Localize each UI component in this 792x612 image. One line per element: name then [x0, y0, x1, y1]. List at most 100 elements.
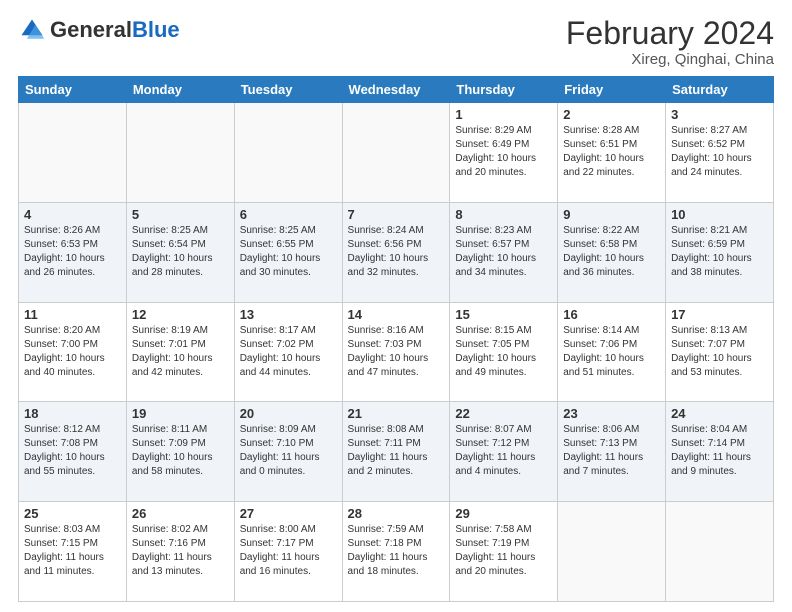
day-number: 1 [455, 107, 552, 122]
col-wednesday: Wednesday [342, 77, 450, 103]
table-row: 15 Sunrise: 8:15 AM Sunset: 7:05 PM Dayli… [450, 302, 558, 402]
day-number: 21 [348, 406, 445, 421]
table-row: 14 Sunrise: 8:16 AM Sunset: 7:03 PM Dayli… [342, 302, 450, 402]
day-info: Sunrise: 8:20 AM Sunset: 7:00 PM Dayligh… [24, 324, 121, 380]
table-row: 18 Sunrise: 8:12 AM Sunset: 7:08 PM Dayli… [19, 402, 127, 502]
col-saturday: Saturday [666, 77, 774, 103]
calendar-header-row: Sunday Monday Tuesday Wednesday Thursday… [19, 77, 774, 103]
day-number: 17 [671, 307, 768, 322]
table-row: 9Sunrise: 8:22 AM Sunset: 6:58 PM Daylig… [558, 202, 666, 302]
table-row [558, 502, 666, 602]
table-row [234, 103, 342, 203]
day-number: 13 [240, 307, 337, 322]
day-info: Sunrise: 8:26 AM Sunset: 6:53 PM Dayligh… [24, 224, 121, 280]
day-number: 24 [671, 406, 768, 421]
day-number: 19 [132, 406, 229, 421]
day-info: Sunrise: 8:24 AM Sunset: 6:56 PM Dayligh… [348, 224, 445, 280]
table-row: 3 Sunrise: 8:27 AM Sunset: 6:52 PM Daylig… [666, 103, 774, 203]
day-number: 7 [348, 207, 445, 222]
day-info: Sunrise: 8:27 AM Sunset: 6:52 PM Dayligh… [671, 124, 768, 180]
table-row [342, 103, 450, 203]
day-info: Sunrise: 8:21 AM Sunset: 6:59 PM Dayligh… [671, 224, 768, 280]
day-number: 15 [455, 307, 552, 322]
day-info: Sunrise: 8:08 AM Sunset: 7:11 PM Dayligh… [348, 423, 445, 479]
col-monday: Monday [126, 77, 234, 103]
table-row: 16 Sunrise: 8:14 AM Sunset: 7:06 PM Dayli… [558, 302, 666, 402]
day-number: 11 [24, 307, 121, 322]
day-info: Sunrise: 8:06 AM Sunset: 7:13 PM Dayligh… [563, 423, 660, 479]
day-number: 27 [240, 506, 337, 521]
table-row: 17 Sunrise: 8:13 AM Sunset: 7:07 PM Dayli… [666, 302, 774, 402]
calendar-week-row: 25Sunrise: 8:03 AM Sunset: 7:15 PM Dayli… [19, 502, 774, 602]
table-row: 27 Sunrise: 8:00 AM Sunset: 7:17 PM Dayli… [234, 502, 342, 602]
table-row: 11 Sunrise: 8:20 AM Sunset: 7:00 PM Dayli… [19, 302, 127, 402]
day-info: Sunrise: 8:23 AM Sunset: 6:57 PM Dayligh… [455, 224, 552, 280]
table-row: 5 Sunrise: 8:25 AM Sunset: 6:54 PM Daylig… [126, 202, 234, 302]
calendar-week-row: 4 Sunrise: 8:26 AM Sunset: 6:53 PM Daylig… [19, 202, 774, 302]
calendar-week-row: 11 Sunrise: 8:20 AM Sunset: 7:00 PM Dayli… [19, 302, 774, 402]
day-number: 20 [240, 406, 337, 421]
day-number: 28 [348, 506, 445, 521]
day-number: 6 [240, 207, 337, 222]
day-info: Sunrise: 8:29 AM Sunset: 6:49 PM Dayligh… [455, 124, 552, 180]
day-info: Sunrise: 8:16 AM Sunset: 7:03 PM Dayligh… [348, 324, 445, 380]
day-info: Sunrise: 8:17 AM Sunset: 7:02 PM Dayligh… [240, 324, 337, 380]
title-block: February 2024 Xireg, Qinghai, China [566, 16, 774, 68]
day-number: 29 [455, 506, 552, 521]
table-row: 4 Sunrise: 8:26 AM Sunset: 6:53 PM Daylig… [19, 202, 127, 302]
col-friday: Friday [558, 77, 666, 103]
day-number: 18 [24, 406, 121, 421]
table-row: 26 Sunrise: 8:02 AM Sunset: 7:16 PM Dayli… [126, 502, 234, 602]
day-info: Sunrise: 8:00 AM Sunset: 7:17 PM Dayligh… [240, 523, 337, 579]
table-row [666, 502, 774, 602]
day-info: Sunrise: 8:13 AM Sunset: 7:07 PM Dayligh… [671, 324, 768, 380]
day-number: 23 [563, 406, 660, 421]
table-row: 24 Sunrise: 8:04 AM Sunset: 7:14 PM Dayli… [666, 402, 774, 502]
table-row: 1 Sunrise: 8:29 AM Sunset: 6:49 PM Daylig… [450, 103, 558, 203]
month-year: February 2024 [566, 16, 774, 51]
day-number: 16 [563, 307, 660, 322]
day-number: 14 [348, 307, 445, 322]
table-row: 2Sunrise: 8:28 AM Sunset: 6:51 PM Daylig… [558, 103, 666, 203]
table-row: 7 Sunrise: 8:24 AM Sunset: 6:56 PM Daylig… [342, 202, 450, 302]
day-number: 5 [132, 207, 229, 222]
day-info: Sunrise: 8:04 AM Sunset: 7:14 PM Dayligh… [671, 423, 768, 479]
day-number: 8 [455, 207, 552, 222]
day-info: Sunrise: 8:15 AM Sunset: 7:05 PM Dayligh… [455, 324, 552, 380]
col-thursday: Thursday [450, 77, 558, 103]
logo: GeneralBlue [18, 16, 180, 44]
table-row: 22Sunrise: 8:07 AM Sunset: 7:12 PM Dayli… [450, 402, 558, 502]
day-info: Sunrise: 8:09 AM Sunset: 7:10 PM Dayligh… [240, 423, 337, 479]
page: GeneralBlue February 2024 Xireg, Qinghai… [0, 0, 792, 612]
day-info: Sunrise: 7:58 AM Sunset: 7:19 PM Dayligh… [455, 523, 552, 579]
day-info: Sunrise: 8:22 AM Sunset: 6:58 PM Dayligh… [563, 224, 660, 280]
header: GeneralBlue February 2024 Xireg, Qinghai… [18, 16, 774, 68]
logo-icon [18, 16, 46, 44]
day-number: 26 [132, 506, 229, 521]
day-number: 25 [24, 506, 121, 521]
day-number: 3 [671, 107, 768, 122]
table-row: 12Sunrise: 8:19 AM Sunset: 7:01 PM Dayli… [126, 302, 234, 402]
day-info: Sunrise: 8:12 AM Sunset: 7:08 PM Dayligh… [24, 423, 121, 479]
table-row: 6Sunrise: 8:25 AM Sunset: 6:55 PM Daylig… [234, 202, 342, 302]
location: Xireg, Qinghai, China [566, 51, 774, 68]
day-info: Sunrise: 7:59 AM Sunset: 7:18 PM Dayligh… [348, 523, 445, 579]
table-row: 23 Sunrise: 8:06 AM Sunset: 7:13 PM Dayli… [558, 402, 666, 502]
day-info: Sunrise: 8:11 AM Sunset: 7:09 PM Dayligh… [132, 423, 229, 479]
day-number: 4 [24, 207, 121, 222]
day-number: 10 [671, 207, 768, 222]
table-row: 13 Sunrise: 8:17 AM Sunset: 7:02 PM Dayli… [234, 302, 342, 402]
col-sunday: Sunday [19, 77, 127, 103]
table-row: 29 Sunrise: 7:58 AM Sunset: 7:19 PM Dayli… [450, 502, 558, 602]
calendar-table: Sunday Monday Tuesday Wednesday Thursday… [18, 76, 774, 602]
day-info: Sunrise: 8:28 AM Sunset: 6:51 PM Dayligh… [563, 124, 660, 180]
table-row [19, 103, 127, 203]
logo-general-text: General [50, 17, 132, 42]
table-row: 21 Sunrise: 8:08 AM Sunset: 7:11 PM Dayli… [342, 402, 450, 502]
table-row: 10 Sunrise: 8:21 AM Sunset: 6:59 PM Dayli… [666, 202, 774, 302]
day-info: Sunrise: 8:25 AM Sunset: 6:54 PM Dayligh… [132, 224, 229, 280]
day-info: Sunrise: 8:14 AM Sunset: 7:06 PM Dayligh… [563, 324, 660, 380]
table-row: 25Sunrise: 8:03 AM Sunset: 7:15 PM Dayli… [19, 502, 127, 602]
day-info: Sunrise: 8:02 AM Sunset: 7:16 PM Dayligh… [132, 523, 229, 579]
table-row: 20 Sunrise: 8:09 AM Sunset: 7:10 PM Dayli… [234, 402, 342, 502]
